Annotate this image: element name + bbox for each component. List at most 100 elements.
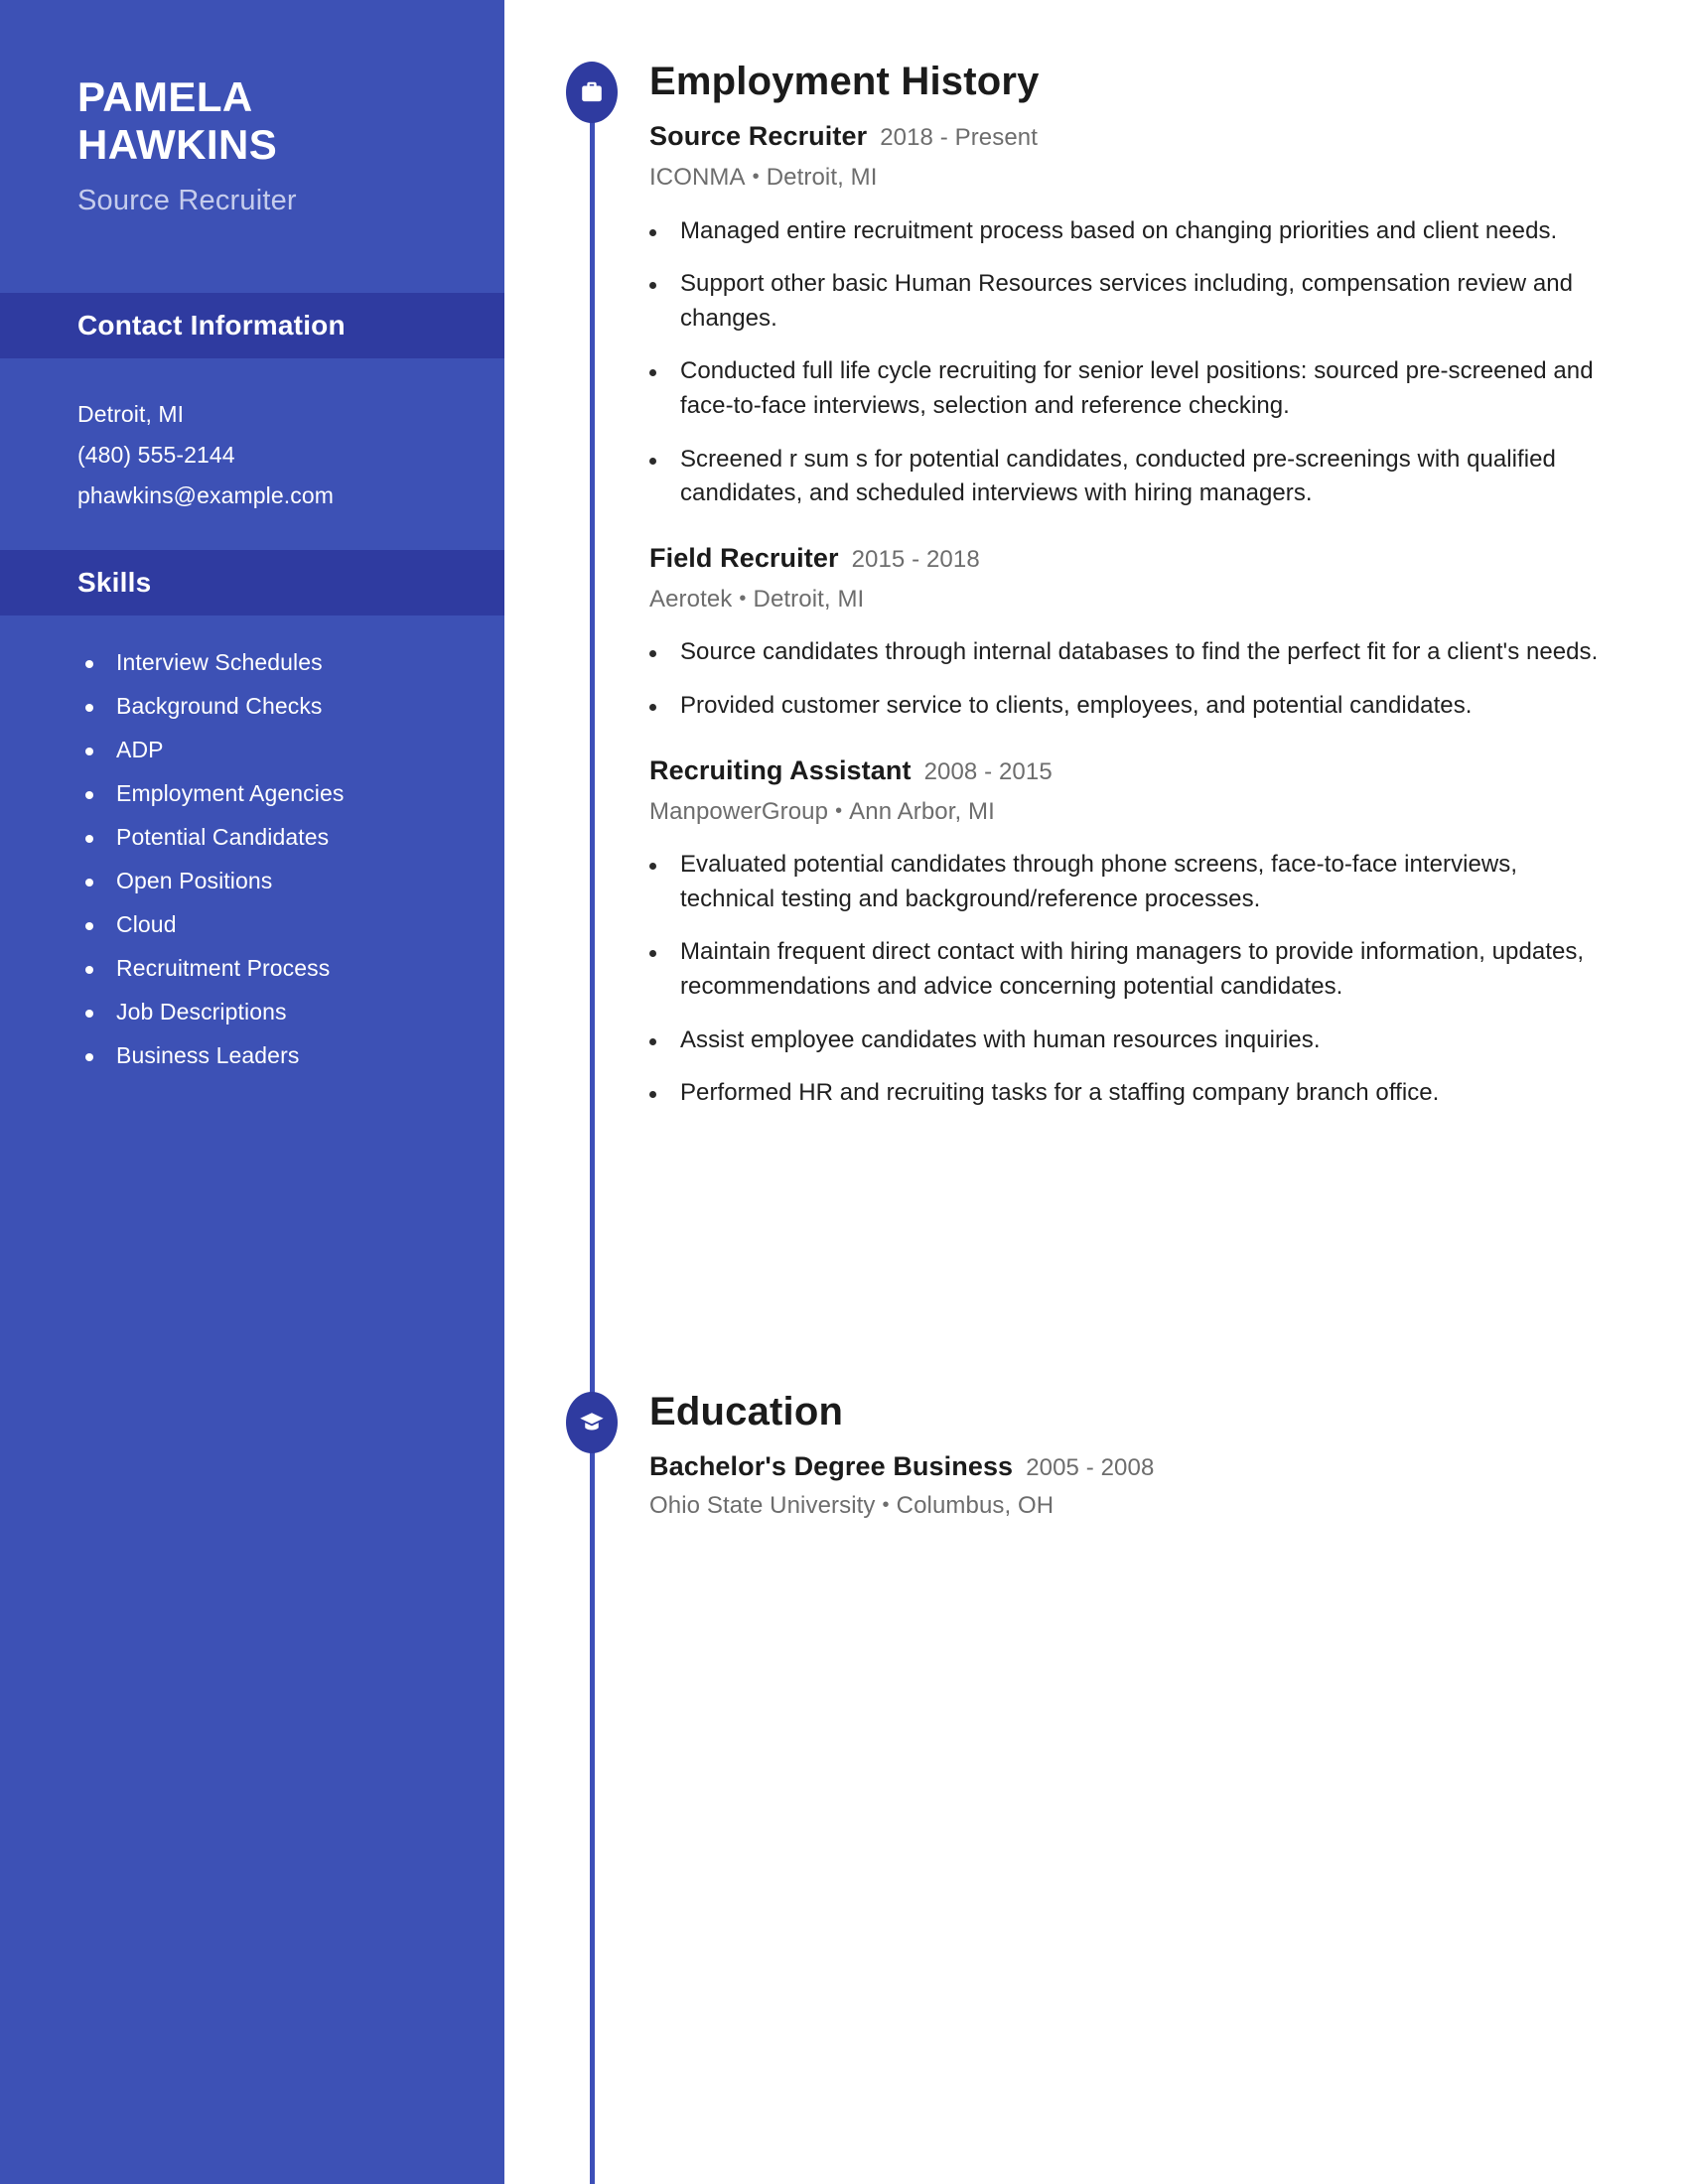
- entry-dates: 2008 - 2015: [923, 757, 1053, 785]
- list-item: Maintain frequent direct contact with hi…: [649, 935, 1642, 1004]
- bullet-dot-icon: [649, 369, 656, 377]
- entry-bullets: Source candidates through internal datab…: [649, 635, 1642, 723]
- skill-label: Business Leaders: [116, 1042, 300, 1069]
- bullet-dot-icon: [649, 1037, 656, 1045]
- candidate-name: PAMELA HAWKINS: [77, 73, 455, 169]
- list-item: Conducted full life cycle recruiting for…: [649, 354, 1642, 423]
- entry-organization: Aerotek • Detroit, MI: [649, 586, 1642, 614]
- skill-label: Interview Schedules: [116, 649, 323, 676]
- entry-header: Bachelor's Degree Business 2005 - 2008: [649, 1453, 1642, 1480]
- entry-location: Ann Arbor, MI: [849, 797, 995, 825]
- list-item: Source candidates through internal datab…: [649, 635, 1642, 670]
- contact-list: Detroit, MI (480) 555-2144 phawkins@exam…: [0, 358, 504, 550]
- employment-entry: Field Recruiter 2015 - 2018 Aerotek • Detro…: [649, 542, 1642, 724]
- list-item: Potential Candidates: [0, 816, 504, 860]
- contact-email[interactable]: phawkins@example.com: [77, 476, 504, 516]
- entry-organization: Ohio State University • Columbus, OH: [649, 1492, 1642, 1521]
- bullet-text: Source candidates through internal datab…: [680, 638, 1599, 666]
- bullet-dot-icon: [649, 1091, 656, 1099]
- entry-dates: 2005 - 2008: [1026, 1454, 1155, 1481]
- bullet-text: Conducted full life cycle recruiting for…: [680, 357, 1594, 419]
- bullet-dot-icon: [649, 282, 656, 290]
- skill-label: ADP: [116, 737, 164, 763]
- entry-role: Recruiting Assistant: [649, 754, 912, 785]
- entry-role: Source Recruiter: [649, 121, 868, 151]
- entry-dates: 2015 - 2018: [851, 545, 980, 573]
- bullet-text: Provided customer service to clients, em…: [680, 691, 1473, 719]
- resume-page: PAMELA HAWKINS Source Recruiter Contact …: [0, 0, 1688, 2184]
- entry-organization: ManpowerGroup • Ann Arbor, MI: [649, 798, 1642, 827]
- bullet-dot-icon: [649, 703, 656, 711]
- employment-entry: Recruiting Assistant 2008 - 2015 Manpower…: [649, 754, 1642, 1111]
- separator-dot-icon: •: [739, 587, 747, 610]
- entry-location: Detroit, MI: [766, 164, 878, 191]
- entry-location: Columbus, OH: [896, 1492, 1055, 1519]
- skill-label: Cloud: [116, 911, 177, 938]
- list-item: Managed entire recruitment process based…: [649, 214, 1642, 249]
- briefcase-icon: [566, 62, 618, 123]
- bullet-dot-icon: [85, 704, 93, 713]
- bullet-text: Screened r sum s for potential candidate…: [680, 445, 1556, 507]
- list-item: Business Leaders: [0, 1034, 504, 1078]
- bullet-dot-icon: [85, 922, 93, 931]
- list-item: Assist employee candidates with human re…: [649, 1024, 1642, 1058]
- education-entries: Bachelor's Degree Business 2005 - 2008 Oh…: [649, 1453, 1642, 1521]
- candidate-job-title: Source Recruiter: [77, 184, 297, 216]
- bullet-text: Performed HR and recruiting tasks for a …: [680, 1079, 1440, 1107]
- bullet-dot-icon: [649, 950, 656, 958]
- entry-header: Recruiting Assistant 2008 - 2015: [649, 754, 1642, 785]
- list-item: Screened r sum s for potential candidate…: [649, 443, 1642, 511]
- timeline-rail: [590, 77, 595, 2184]
- list-item: Recruitment Process: [0, 947, 504, 991]
- bullet-dot-icon: [85, 1010, 93, 1019]
- bullet-text: Evaluated potential candidates through p…: [680, 851, 1518, 912]
- bullet-dot-icon: [649, 863, 656, 871]
- bullet-dot-icon: [85, 835, 93, 844]
- skill-label: Employment Agencies: [116, 780, 345, 807]
- bullet-dot-icon: [649, 228, 656, 236]
- bullet-text: Support other basic Human Resources serv…: [680, 270, 1574, 332]
- bullet-dot-icon: [85, 966, 93, 975]
- skill-label: Open Positions: [116, 868, 273, 894]
- skill-label: Recruitment Process: [116, 955, 331, 982]
- contact-section-heading: Contact Information: [0, 292, 504, 358]
- bullet-dot-icon: [85, 791, 93, 800]
- skill-label: Background Checks: [116, 693, 323, 720]
- education-entry: Bachelor's Degree Business 2005 - 2008 Oh…: [649, 1453, 1642, 1521]
- list-item: Provided customer service to clients, em…: [649, 689, 1642, 724]
- bullet-dot-icon: [85, 1053, 93, 1062]
- separator-dot-icon: •: [882, 1494, 890, 1516]
- entry-location: Detroit, MI: [753, 585, 865, 613]
- entry-role: Field Recruiter: [649, 542, 839, 573]
- list-item: Open Positions: [0, 860, 504, 903]
- bullet-text: Managed entire recruitment process based…: [680, 216, 1558, 244]
- graduation-cap-icon: [566, 1392, 618, 1453]
- bullet-dot-icon: [85, 879, 93, 887]
- entry-header: Source Recruiter 2018 - Present: [649, 123, 1642, 150]
- bullet-dot-icon: [85, 660, 93, 669]
- entry-dates: 2018 - Present: [880, 124, 1039, 151]
- entry-bullets: Evaluated potential candidates through p…: [649, 848, 1642, 1110]
- separator-dot-icon: •: [835, 799, 843, 822]
- bullet-text: Maintain frequent direct contact with hi…: [680, 938, 1585, 1000]
- list-item: Performed HR and recruiting tasks for a …: [649, 1076, 1642, 1111]
- contact-phone[interactable]: (480) 555-2144: [77, 435, 504, 476]
- entry-bullets: Managed entire recruitment process based…: [649, 214, 1642, 511]
- separator-dot-icon: •: [752, 166, 760, 188]
- list-item: Employment Agencies: [0, 772, 504, 816]
- section-title: Education: [649, 1390, 844, 1433]
- bullet-text: Assist employee candidates with human re…: [680, 1025, 1321, 1053]
- candidate-last-name: HAWKINS: [77, 120, 278, 168]
- list-item: Evaluated potential candidates through p…: [649, 848, 1642, 916]
- entry-company: ICONMA: [649, 164, 746, 191]
- entry-organization: ICONMA • Detroit, MI: [649, 164, 1642, 193]
- skill-label: Potential Candidates: [116, 824, 330, 851]
- skills-list: Interview Schedules Background Checks AD…: [0, 615, 504, 1078]
- list-item: Interview Schedules: [0, 641, 504, 685]
- entry-header: Field Recruiter 2015 - 2018: [649, 542, 1642, 573]
- list-item: Support other basic Human Resources serv…: [649, 267, 1642, 336]
- skill-label: Job Descriptions: [116, 999, 287, 1025]
- entry-company: Aerotek: [649, 585, 733, 613]
- bullet-dot-icon: [649, 650, 656, 658]
- entry-company: ManpowerGroup: [649, 797, 829, 825]
